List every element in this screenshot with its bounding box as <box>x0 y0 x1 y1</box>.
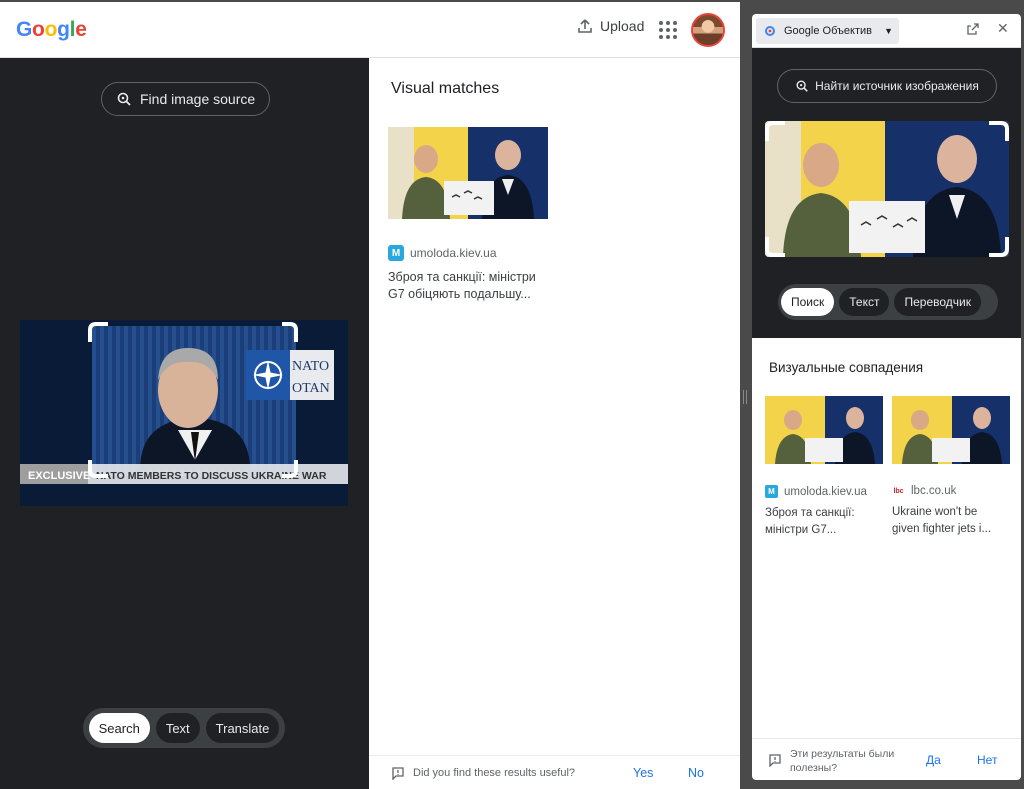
google-lens-icon <box>765 26 775 36</box>
panel-result-source: lbc.co.uk <box>911 485 957 497</box>
panel-feedback-question: Эти результаты были полезны? <box>790 748 895 774</box>
umoloda-favicon-icon: М <box>765 485 778 498</box>
panel-source-image[interactable] <box>765 121 1009 257</box>
feedback-question: Did you find these results useful? <box>413 766 576 779</box>
panel-result-card[interactable]: lbc lbc.co.uk Ukraine won't be given fig… <box>892 388 1012 538</box>
top-bar: Google Upload <box>0 2 740 58</box>
feedback-bar: Did you find these results useful? Yes N… <box>369 755 740 789</box>
mode-search[interactable]: Search <box>88 713 150 743</box>
panel-feedback-bar: Эти результаты были полезны? Да Нет <box>752 738 1021 780</box>
source-image[interactable]: NATO OTAN EXCLUSIVE NATO MEMBERS TO DISC… <box>20 320 348 506</box>
avatar[interactable] <box>691 13 725 47</box>
panel-result-title-line: Ukraine won't be <box>892 506 978 518</box>
panel-mode-text[interactable]: Текст <box>839 288 890 316</box>
mode-text[interactable]: Text <box>155 713 200 743</box>
logo-letter: G <box>16 18 33 41</box>
side-panel-title: Google Объектив <box>784 25 872 37</box>
panel-find-source-button[interactable]: Найти источник изображения <box>777 69 997 103</box>
otan-text: OTAN <box>292 381 330 396</box>
panel-result-thumbnail[interactable] <box>892 388 1010 476</box>
panel-result-title-line: given fighter jets i... <box>892 523 992 535</box>
result-card[interactable]: М umoloda.kiev.ua Зброя та санкції: міні… <box>388 115 550 303</box>
lens-main-window: Google Upload Find image source NATO OTA… <box>0 2 740 789</box>
panel-result-source: umoloda.kiev.ua <box>784 485 867 498</box>
panel-result-title-line: міністри G7... <box>765 524 837 536</box>
lbc-favicon-icon: lbc <box>893 487 904 495</box>
panel-find-source-label: Найти источник изображения <box>815 79 979 93</box>
panel-feedback-yes-button[interactable]: Да <box>926 753 941 767</box>
panel-result-title[interactable]: Зброя та санкції: міністри G7... <box>765 505 885 539</box>
image-pane: Find image source NATO OTAN EXCLUSIVE NA… <box>0 58 368 789</box>
open-in-new-icon[interactable] <box>966 22 980 36</box>
lens-search-icon <box>117 92 131 106</box>
find-image-source-button[interactable]: Find image source <box>101 82 271 116</box>
panel-mode-search[interactable]: Поиск <box>781 288 835 316</box>
mode-translate[interactable]: Translate <box>205 713 280 743</box>
side-panel-header: Google Объектив ▼ ✕ <box>752 14 1021 48</box>
mode-switcher: Search Text Translate <box>83 708 285 748</box>
result-source: umoloda.kiev.ua <box>410 246 497 260</box>
side-panel-selector[interactable]: Google Объектив ▼ <box>756 18 899 44</box>
exclusive-text: EXCLUSIVE <box>28 470 90 482</box>
logo-letter: o <box>32 18 45 41</box>
logo-letter: e <box>75 18 87 41</box>
feedback-no-button[interactable]: No <box>688 766 704 780</box>
results-pane: Visual matches М umoloda.kiev.ua Зброя т… <box>369 58 740 789</box>
upload-label: Upload <box>600 18 645 34</box>
feedback-icon <box>769 754 781 767</box>
result-thumbnail[interactable] <box>388 115 548 235</box>
lens-side-panel: Google Объектив ▼ ✕ Найти источник изобр… <box>752 14 1021 780</box>
find-image-source-label: Find image source <box>140 91 256 107</box>
panel-resize-handle[interactable] <box>743 390 747 404</box>
panel-mode-translate[interactable]: Переводчик <box>894 288 981 316</box>
google-logo[interactable]: Google <box>16 18 87 42</box>
apps-grid-icon[interactable] <box>659 21 677 39</box>
panel-result-thumbnail[interactable] <box>765 388 883 476</box>
logo-letter: o <box>44 18 58 41</box>
logo-letter: g <box>57 18 70 41</box>
close-icon[interactable]: ✕ <box>997 20 1009 37</box>
panel-feedback-no-button[interactable]: Нет <box>977 753 997 767</box>
panel-mode-switcher: Поиск Текст Переводчик <box>778 284 998 320</box>
upload-button[interactable]: Upload <box>577 18 644 34</box>
result-title[interactable]: Зброя та санкції: міністри G7 обіцяють п… <box>388 269 553 303</box>
umoloda-favicon-icon: М <box>388 245 404 261</box>
lens-search-icon <box>796 80 808 92</box>
panel-result-card[interactable]: М umoloda.kiev.ua Зброя та санкції: міні… <box>765 388 885 539</box>
nato-text: NATO <box>292 359 329 374</box>
panel-visual-matches-title: Визуальные совпадения <box>769 360 924 375</box>
upload-icon <box>578 19 592 33</box>
panel-result-title-line: Зброя та санкції: <box>765 507 855 519</box>
feedback-icon <box>392 766 404 780</box>
panel-results: Визуальные совпадения М umoloda.kiev.ua <box>752 338 1021 780</box>
panel-result-title[interactable]: Ukraine won't be given fighter jets i... <box>892 504 1012 538</box>
dropdown-caret-icon: ▼ <box>884 26 893 36</box>
visual-matches-title: Visual matches <box>391 80 500 97</box>
feedback-yes-button[interactable]: Yes <box>633 766 653 780</box>
